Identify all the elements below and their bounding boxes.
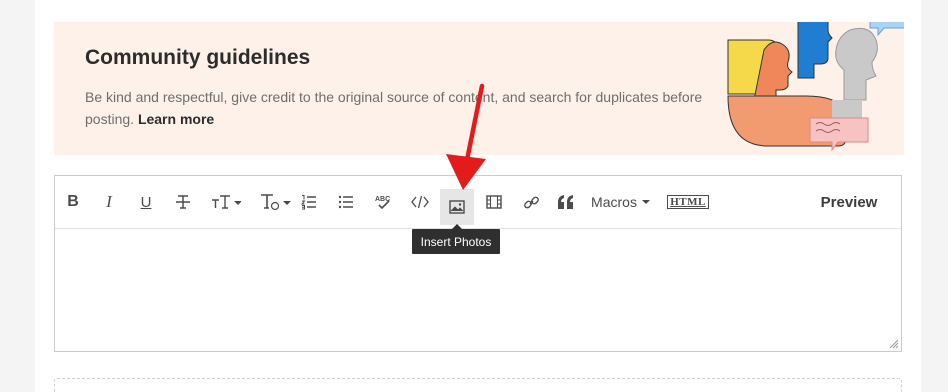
- underline-icon: U: [140, 193, 152, 211]
- quote-button[interactable]: [550, 176, 582, 228]
- strikethrough-button[interactable]: [167, 176, 199, 228]
- spellcheck-button[interactable]: ABC: [367, 176, 399, 228]
- bold-icon: B: [67, 193, 79, 210]
- strikethrough-icon: [176, 195, 190, 209]
- html-icon: HTML: [667, 195, 709, 209]
- guidelines-text: Be kind and respectful, give credit to t…: [85, 89, 703, 127]
- underline-button[interactable]: U: [130, 176, 162, 228]
- attachment-dropzone[interactable]: [54, 378, 902, 392]
- quote-icon: [558, 195, 573, 209]
- learn-more-link[interactable]: Learn more: [138, 111, 214, 127]
- editor-toolbar: B I U ABC Macros HTML Preview: [55, 176, 901, 229]
- macros-label: Macros: [591, 194, 637, 210]
- html-button[interactable]: HTML: [665, 176, 711, 228]
- code-icon: [411, 195, 429, 209]
- community-illustration: [727, 22, 904, 152]
- message-editor: B I U ABC Macros HTML Preview: [54, 175, 902, 352]
- bullet-list-button[interactable]: [330, 176, 362, 228]
- numbered-list-button[interactable]: [293, 176, 325, 228]
- insert-link-button[interactable]: [515, 176, 547, 228]
- font-size-dropdown[interactable]: [205, 176, 247, 228]
- spellcheck-icon: ABC: [375, 196, 390, 210]
- italic-icon: I: [106, 192, 112, 211]
- insert-photos-tooltip: Insert Photos: [412, 224, 500, 254]
- guidelines-title: Community guidelines: [85, 46, 311, 69]
- bullet-list-icon: [338, 195, 353, 209]
- community-guidelines-banner: Community guidelines Be kind and respect…: [54, 22, 904, 155]
- preview-button[interactable]: Preview: [813, 176, 885, 228]
- insert-photos-button[interactable]: [440, 189, 474, 225]
- italic-button[interactable]: I: [93, 176, 125, 228]
- video-icon: [486, 195, 502, 209]
- numbered-list-icon: [301, 195, 316, 210]
- image-icon: [449, 200, 465, 214]
- code-button[interactable]: [404, 176, 436, 228]
- insert-video-button[interactable]: [478, 176, 510, 228]
- chevron-down-icon: [641, 200, 650, 204]
- link-icon: [523, 196, 539, 208]
- resize-grip-icon[interactable]: [889, 339, 899, 349]
- font-style-dropdown[interactable]: [255, 176, 297, 228]
- bold-button[interactable]: B: [57, 176, 89, 228]
- font-size-icon: [212, 195, 241, 209]
- macros-dropdown[interactable]: Macros: [590, 176, 652, 228]
- font-style-icon: [261, 194, 291, 211]
